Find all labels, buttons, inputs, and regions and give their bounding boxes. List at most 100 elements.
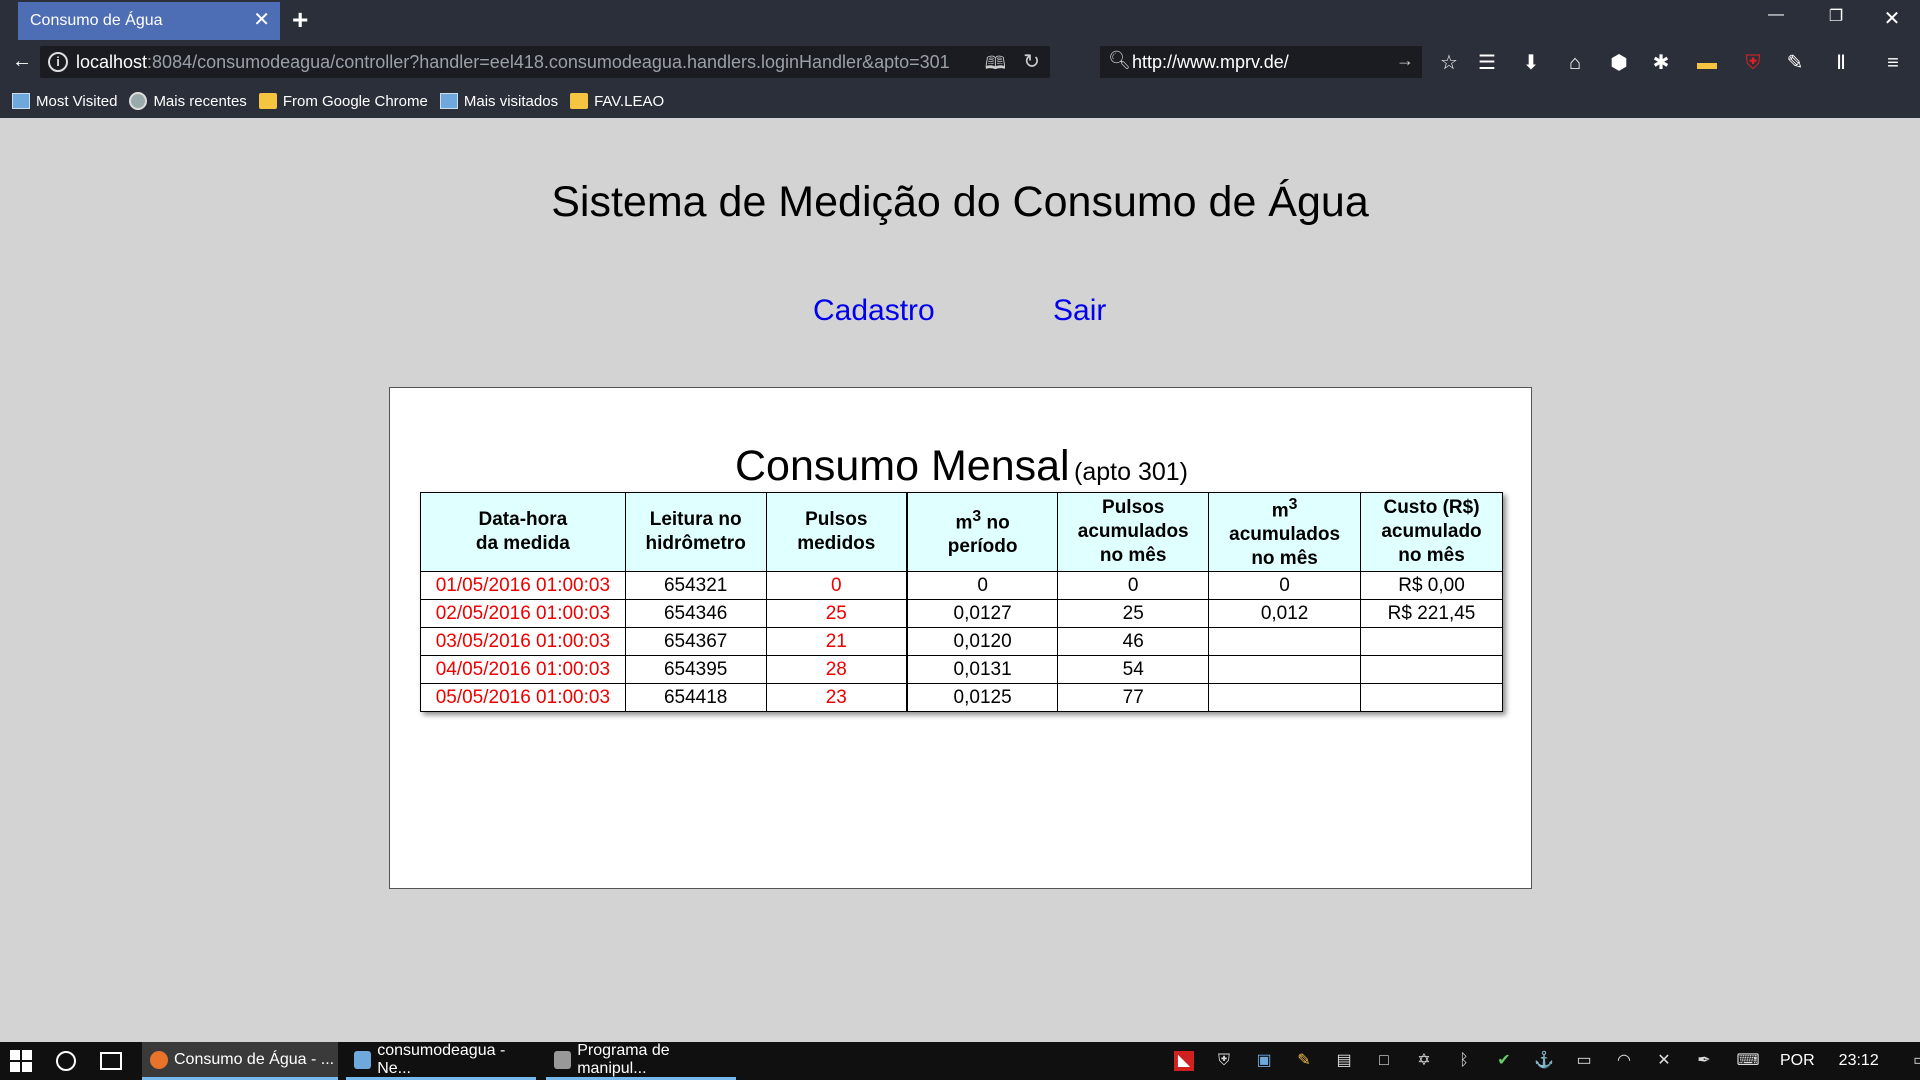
bookmark-most-visited[interactable]: Most Visited <box>12 93 117 110</box>
cell-leitura: 654418 <box>624 683 767 713</box>
cell-pulsos: 25 <box>765 599 908 629</box>
ruler-extension-icon[interactable]: ▬ <box>1694 50 1720 76</box>
back-icon[interactable]: ← <box>8 48 36 74</box>
pen-extension-icon[interactable]: ✎ <box>1782 50 1808 76</box>
minimize-icon[interactable]: — <box>1756 6 1796 24</box>
cell-datahora: 02/05/2016 01:00:03 <box>420 599 626 629</box>
bookmark-label: Mais recentes <box>153 92 247 110</box>
windows-start-icon[interactable] <box>10 1050 32 1072</box>
col-header-custo: Custo (R$) acumulado no mês <box>1360 491 1503 573</box>
cadastro-link[interactable]: Cadastro <box>813 294 935 328</box>
cell-datahora: 01/05/2016 01:00:03 <box>420 571 626 601</box>
wifi-icon[interactable]: ◠ <box>1614 1051 1634 1071</box>
panel-title: Consumo Mensal <box>734 442 1070 490</box>
cell-pulsos: 0 <box>765 571 908 601</box>
downloads-icon[interactable]: ⬇ <box>1518 50 1544 76</box>
pen-workspace-icon[interactable]: ✒ <box>1694 1051 1714 1071</box>
volume-muted-icon[interactable]: ✕ <box>1654 1051 1674 1071</box>
menu-icon[interactable]: ≡ <box>1880 50 1906 76</box>
cell-pulsos-acum: 46 <box>1057 627 1210 657</box>
taskbar-app-label: Consumo de Água - ... <box>174 1050 335 1068</box>
col-header-m3-periodo: m3 no período <box>906 491 1059 573</box>
cell-pulsos: 28 <box>765 655 908 685</box>
bookmark-page-icon <box>12 93 30 109</box>
bookmark-label: Most Visited <box>36 92 118 110</box>
pocket-icon[interactable]: ⬢ <box>1606 50 1632 76</box>
task-view-icon[interactable] <box>100 1052 122 1070</box>
bluetooth-icon[interactable]: ᛒ <box>1454 1051 1474 1071</box>
cell-custo: R$ 221,45 <box>1360 599 1503 629</box>
battery-icon[interactable]: ▭ <box>1574 1051 1594 1071</box>
consumo-panel: Consumo Mensal (apto 301) Data-hora da me… <box>389 387 1532 889</box>
reload-icon[interactable]: ↻ <box>1023 49 1040 74</box>
cell-custo: R$ 0,00 <box>1360 571 1503 601</box>
taskbar-app-firefox[interactable]: Consumo de Água - ... <box>142 1042 338 1080</box>
search-bar[interactable]: 🔍︎ http://www.mprv.de/ → <box>1100 46 1422 78</box>
search-value: http://www.mprv.de/ <box>1132 51 1289 72</box>
cell-pulsos: 21 <box>765 627 908 657</box>
bookmarks-menu-icon[interactable]: ☰ <box>1474 50 1500 76</box>
clock[interactable]: 23:12 <box>1839 1052 1879 1070</box>
globe-icon <box>129 92 148 110</box>
taskbar-app-programa[interactable]: Programa de manipul... <box>546 1042 736 1080</box>
panel-subtitle: (apto 301) <box>1074 458 1188 486</box>
address-bar[interactable]: i localhost :8084/consumodeagua/controll… <box>40 46 1050 78</box>
bookmark-mais-recentes[interactable]: Mais recentes <box>129 92 247 110</box>
notifications-icon[interactable]: ▭ <box>1911 1051 1920 1071</box>
sair-link[interactable]: Sair <box>1053 294 1106 328</box>
cell-pulsos: 23 <box>765 683 908 713</box>
new-tab-button[interactable]: + <box>292 4 308 36</box>
page-title: Sistema de Medição do Consumo de Água <box>551 178 1369 226</box>
library-icon[interactable]: Ⅱ <box>1828 50 1854 76</box>
search-icon: 🔍︎ <box>1108 50 1131 70</box>
program-icon <box>554 1050 572 1069</box>
col-header-pulsos-acum: Pulsos acumulados no mês <box>1057 491 1210 573</box>
reader-view-icon[interactable]: 🕮 <box>985 51 1006 81</box>
table-header-row: Data-hora da medida Leitura no hidrômetro … <box>420 491 1503 573</box>
display-tray-icon[interactable]: ▣ <box>1254 1051 1274 1071</box>
taskbar-app-netbeans[interactable]: consumodeagua - Ne... <box>346 1042 536 1080</box>
sync-tray-icon[interactable]: ✔ <box>1494 1051 1514 1071</box>
home-icon[interactable]: ⌂ <box>1562 50 1588 76</box>
antenna-tray-icon[interactable]: ✡ <box>1414 1051 1434 1071</box>
bookmark-fav-leao[interactable]: FAV.LEAO <box>570 93 664 110</box>
info-icon[interactable]: i <box>48 52 68 72</box>
panel-heading: Consumo Mensal (apto 301) <box>390 442 1533 491</box>
extension-icon[interactable]: ✱ <box>1648 50 1674 76</box>
lock-tray-icon[interactable]: ▤ <box>1334 1051 1354 1071</box>
restore-icon[interactable]: ❐ <box>1816 6 1856 26</box>
bookmarks-bar: Most Visited Mais recentes From Google C… <box>0 84 1920 118</box>
tab-title: Consumo de Água <box>30 12 163 29</box>
cortana-search-icon[interactable] <box>56 1051 76 1071</box>
bookmark-from-google-chrome[interactable]: From Google Chrome <box>258 93 428 110</box>
shield-extension-icon[interactable]: ⛨ <box>1740 50 1766 76</box>
consumo-table: Data-hora da medida Leitura no hidrômetro … <box>420 491 1503 713</box>
close-window-icon[interactable]: ✕ <box>1872 6 1912 31</box>
col-header-datahora: Data-hora da medida <box>420 491 626 573</box>
bookmark-mais-visitados[interactable]: Mais visitados <box>439 93 558 110</box>
keyboard-icon[interactable]: ⌨ <box>1734 1051 1762 1071</box>
usb-icon[interactable]: ⚓ <box>1534 1051 1554 1071</box>
cell-m3: 0,0131 <box>906 655 1059 685</box>
pdf-tray-icon[interactable]: ◣ <box>1174 1051 1194 1071</box>
cell-leitura: 654367 <box>624 627 767 657</box>
security-shield-icon[interactable]: ⛨ <box>1214 1051 1234 1071</box>
col-header-pulsos: Pulsos medidos <box>765 491 908 573</box>
cell-pulsos-acum: 25 <box>1057 599 1210 629</box>
col-header-leitura: Leitura no hidrômetro <box>624 491 767 573</box>
taskbar-app-label: consumodeagua - Ne... <box>377 1041 506 1077</box>
monitor-tray-icon[interactable]: □ <box>1374 1051 1394 1071</box>
cell-m3-acum <box>1208 683 1362 713</box>
pen-tray-icon[interactable]: ✎ <box>1294 1051 1314 1071</box>
table-row: 02/05/2016 01:00:03 654346 25 0,0127 25 … <box>420 599 1503 629</box>
browser-tab[interactable]: Consumo de Água ✕ <box>18 2 280 40</box>
language-indicator[interactable]: POR <box>1780 1052 1815 1070</box>
cell-datahora: 04/05/2016 01:00:03 <box>420 655 626 685</box>
search-go-icon[interactable]: → <box>1396 50 1414 71</box>
url-path: :8084/consumodeagua/controller?handler=e… <box>147 51 950 72</box>
close-tab-icon[interactable]: ✕ <box>253 10 270 30</box>
bookmark-star-icon[interactable]: ☆ <box>1436 50 1462 76</box>
cell-datahora: 05/05/2016 01:00:03 <box>420 683 626 713</box>
cell-m3-acum <box>1208 627 1362 657</box>
cell-leitura: 654321 <box>624 571 767 601</box>
